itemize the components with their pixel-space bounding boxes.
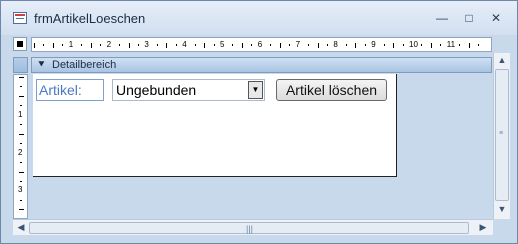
ruler-tick [194,44,196,46]
ruler-number: 10 [409,40,418,49]
ruler-tick [402,44,404,46]
ruler-tick [241,42,243,48]
ruler-number: 7 [295,40,301,49]
ruler-tick [383,44,385,46]
vertical-ruler[interactable]: 1 2 3 [13,74,28,219]
ruler-number: 3 [144,40,149,49]
dropdown-arrow-icon[interactable]: ▼ [248,81,263,99]
artikel-loeschen-button[interactable]: Artikel löschen [276,79,387,101]
ruler-tick [20,199,22,201]
vertical-scroll-thumb[interactable]: ≡ [495,69,509,201]
ruler-tick [43,44,45,46]
ruler-tick [20,105,22,107]
ruler-tick [478,44,480,46]
form-selector[interactable] [13,37,27,51]
ruler-tick [18,209,24,211]
ruler-tick [232,44,234,46]
ruler-tick [308,44,310,46]
ruler-tick [20,143,22,145]
scroll-left-icon[interactable]: ◀ [13,222,29,233]
ruler-number: 9 [371,40,376,49]
ruler-number: 3 [18,185,23,195]
ruler-number: 4 [182,40,187,49]
ruler-tick [355,42,357,48]
scroll-down-icon[interactable]: ▼ [494,204,510,214]
ruler-tick [20,86,22,88]
ruler-tick [317,42,319,48]
horizontal-ruler[interactable]: 1 2 3 4 5 6 7 8 9 10 11 [31,37,492,52]
ruler-tick [128,42,130,48]
ruler-tick [18,171,24,173]
ruler-number: 1 [68,40,74,49]
ruler-tick [119,44,121,46]
combobox-value: Ungebunden [116,82,197,98]
section-collapse-icon: ⯆ [37,59,46,71]
ruler-tick [20,124,22,126]
scroll-right-icon[interactable]: ▶ [475,222,491,233]
ruler-tick [204,42,206,48]
scroll-grip-icon: ||| [246,224,254,234]
ruler-tick [289,44,291,46]
ruler-tick [100,44,102,46]
ruler-tick [421,44,423,46]
ruler-tick [18,95,24,97]
form-icon [13,12,27,24]
window-title: frmArtikelLoeschen [34,11,146,26]
title-bar[interactable]: frmArtikelLoeschen — □ ✕ [1,1,517,35]
horizontal-scroll-thumb[interactable]: ||| [29,222,469,234]
ruler-tick [18,77,24,78]
form-selector-icon [17,41,23,47]
ruler-tick [279,42,281,48]
ruler-tick [20,180,22,182]
ruler-number: 5 [220,40,225,49]
ruler-number: 1 [18,109,23,119]
horizontal-scrollbar[interactable]: ◀ ||| ▶ [13,219,493,235]
section-selector[interactable] [13,57,28,73]
ruler-tick [18,133,24,135]
ruler-number: 6 [257,40,263,49]
ruler-tick [175,44,177,46]
maximize-button[interactable]: □ [456,9,482,27]
artikel-label[interactable]: Artikel: [36,79,104,101]
ruler-tick [326,44,328,46]
ruler-tick [34,42,35,48]
ruler-tick [440,44,442,46]
scroll-up-icon[interactable]: ▲ [494,55,510,65]
ruler-number: 11 [446,40,456,49]
ruler-tick [251,44,253,46]
artikel-combobox[interactable]: Ungebunden ▼ [112,79,265,101]
size-box [493,219,510,235]
ruler-tick [364,44,366,46]
ruler-tick [468,42,470,48]
ruler-tick [137,44,139,46]
scroll-grip-icon: ≡ [499,130,504,137]
ruler-tick [166,42,168,48]
section-header-detail[interactable]: ⯆ Detailbereich [31,57,492,73]
ruler-tick [345,44,347,46]
ruler-tick [430,42,432,48]
ruler-tick [393,42,395,48]
ruler-tick [270,44,272,46]
ruler-tick [459,44,461,46]
minimize-button[interactable]: — [429,9,455,27]
form-design-window: frmArtikelLoeschen — □ ✕ 1 2 3 4 5 6 7 8 9 10 11 ⯆… [0,0,518,244]
ruler-tick [156,44,158,46]
section-label: Detailbereich [52,59,117,71]
ruler-tick [52,42,54,48]
ruler-tick [213,44,215,46]
vertical-scrollbar[interactable]: ▲ ≡ ▼ [493,53,510,219]
ruler-number: 2 [18,147,23,157]
ruler-tick [90,42,92,48]
ruler-tick [62,44,64,46]
ruler-number: 8 [333,40,338,49]
ruler-tick [81,44,83,46]
ruler-tick [20,162,22,164]
close-button[interactable]: ✕ [483,9,509,27]
ruler-number: 2 [106,40,112,49]
